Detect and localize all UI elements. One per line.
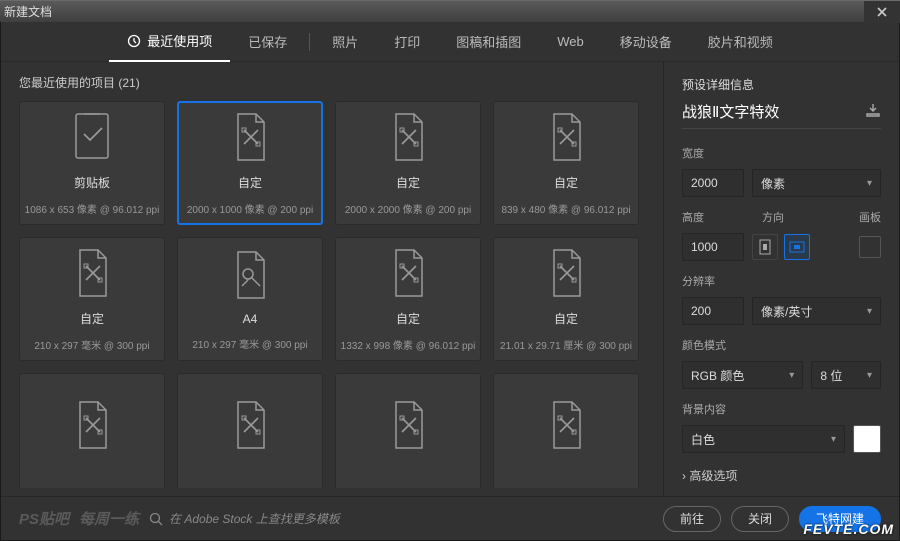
go-button[interactable]: 前往	[663, 506, 721, 532]
preset-spec: 2000 x 2000 像素 @ 200 ppi	[345, 201, 471, 216]
width-label: 宽度	[682, 145, 881, 161]
preset-card[interactable]: 自定 1332 x 998 像素 @ 96.012 ppi	[335, 237, 481, 361]
tab-4[interactable]: 图稿和插图	[438, 22, 539, 62]
preset-icon	[228, 110, 272, 164]
close-icon	[876, 6, 888, 18]
preset-icon	[544, 398, 588, 452]
preset-card[interactable]	[335, 373, 481, 488]
preset-card[interactable]: 自定 210 x 297 毫米 @ 300 ppi	[19, 237, 165, 361]
width-input[interactable]	[682, 169, 744, 197]
preset-card[interactable]	[177, 373, 323, 488]
preset-icon	[70, 246, 114, 300]
titlebar: 新建文档	[0, 0, 900, 22]
orient-landscape-button[interactable]	[784, 234, 810, 260]
chevron-down-icon: ▾	[867, 178, 872, 189]
tab-7[interactable]: 胶片和视频	[690, 22, 791, 62]
detail-panel: 预设详细信息 战狼Ⅱ文字特效 宽度 像素▾ 高度 方向 画板	[663, 62, 899, 496]
bg-label: 背景内容	[682, 401, 881, 417]
preset-icon	[386, 110, 430, 164]
preset-name: A4	[243, 312, 258, 326]
bg-select[interactable]: 白色▾	[682, 425, 845, 453]
preset-card[interactable]: 自定 21.01 x 29.71 厘米 @ 300 ppi	[493, 237, 639, 361]
artboard-label: 画板	[859, 209, 881, 225]
chevron-down-icon: ▾	[789, 370, 794, 381]
height-label: 高度	[682, 209, 742, 225]
preset-card[interactable]: 自定 2000 x 2000 像素 @ 200 ppi	[335, 101, 481, 225]
stock-search[interactable]: 在 Adobe Stock 上查找更多模板	[149, 510, 653, 527]
preset-spec: 1332 x 998 像素 @ 96.012 ppi	[341, 337, 476, 352]
preset-icon	[544, 110, 588, 164]
height-input[interactable]	[682, 233, 744, 261]
preset-card[interactable]: 自定 2000 x 1000 像素 @ 200 ppi	[177, 101, 323, 225]
preset-icon	[386, 398, 430, 452]
preset-grid: 剪贴板 1086 x 653 像素 @ 96.012 ppi 自定 2000 x 10…	[19, 101, 645, 488]
preset-name: 自定	[238, 174, 262, 191]
watermark-2: 每周一练	[79, 508, 139, 529]
preset-name: 自定	[396, 310, 420, 327]
preset-icon	[544, 246, 588, 300]
watermark-1: PS贴吧	[19, 508, 69, 529]
bg-swatch[interactable]	[853, 425, 881, 453]
preset-name: 自定	[554, 174, 578, 191]
preset-name: 自定	[554, 310, 578, 327]
tab-1[interactable]: 已保存	[230, 22, 305, 62]
preset-spec: 21.01 x 29.71 厘米 @ 300 ppi	[500, 337, 632, 352]
close-button[interactable]: 关闭	[731, 506, 789, 532]
preset-name-row: 战狼Ⅱ文字特效	[682, 101, 881, 129]
search-icon	[149, 512, 163, 526]
chevron-down-icon: ▾	[867, 370, 872, 381]
chevron-down-icon: ▾	[867, 306, 872, 317]
chevron-down-icon: ▾	[831, 434, 836, 445]
preset-card[interactable]: 剪贴板 1086 x 653 像素 @ 96.012 ppi	[19, 101, 165, 225]
footer: PS贴吧 每周一练 在 Adobe Stock 上查找更多模板 前往 关闭 飞特…	[1, 496, 899, 540]
preset-icon	[228, 398, 272, 452]
brand-watermark: FEVTE.COM	[803, 521, 894, 537]
tab-5[interactable]: Web	[539, 22, 602, 62]
width-unit-select[interactable]: 像素▾	[752, 169, 881, 197]
category-tabs: 最近使用项已保存照片打印图稿和插图Web移动设备胶片和视频	[1, 22, 899, 62]
preset-spec: 1086 x 653 像素 @ 96.012 ppi	[25, 201, 160, 216]
resolution-unit-select[interactable]: 像素/英寸▾	[752, 297, 881, 325]
chevron-right-icon: ›	[682, 469, 686, 483]
preset-name: 自定	[80, 310, 104, 327]
advanced-toggle[interactable]: › 高级选项	[682, 467, 881, 484]
preset-icon	[70, 398, 114, 452]
save-preset-icon[interactable]	[865, 103, 881, 121]
orient-portrait-button[interactable]	[752, 234, 778, 260]
preset-name: 剪贴板	[74, 174, 110, 191]
preset-icon	[386, 246, 430, 300]
recent-header: 您最近使用的项目 (21)	[19, 74, 645, 91]
preset-spec: 210 x 297 毫米 @ 300 ppi	[192, 336, 307, 351]
preset-spec: 210 x 297 毫米 @ 300 ppi	[34, 337, 149, 352]
preset-spec: 839 x 480 像素 @ 96.012 ppi	[501, 201, 630, 216]
tab-2[interactable]: 照片	[314, 22, 376, 62]
preset-spec: 2000 x 1000 像素 @ 200 ppi	[187, 201, 313, 216]
resolution-label: 分辨率	[682, 273, 881, 289]
preset-icon	[228, 248, 272, 302]
preset-card[interactable]: A4 210 x 297 毫米 @ 300 ppi	[177, 237, 323, 361]
colormode-label: 颜色模式	[682, 337, 881, 353]
bitdepth-select[interactable]: 8 位▾	[811, 361, 881, 389]
preset-name: 战狼Ⅱ文字特效	[682, 101, 779, 122]
orient-label: 方向	[762, 209, 784, 225]
tab-6[interactable]: 移动设备	[602, 22, 690, 62]
preset-card[interactable]	[19, 373, 165, 488]
window-title: 新建文档	[4, 3, 52, 20]
tab-3[interactable]: 打印	[376, 22, 438, 62]
clock-icon	[127, 34, 141, 48]
preset-card[interactable]: 自定 839 x 480 像素 @ 96.012 ppi	[493, 101, 639, 225]
detail-section-title: 预设详细信息	[682, 76, 881, 93]
preset-card[interactable]	[493, 373, 639, 488]
colormode-select[interactable]: RGB 颜色▾	[682, 361, 803, 389]
close-window-button[interactable]	[864, 1, 900, 23]
preset-icon	[70, 110, 114, 164]
preset-name: 自定	[396, 174, 420, 191]
tab-0[interactable]: 最近使用项	[109, 22, 230, 62]
artboard-checkbox[interactable]	[859, 236, 881, 258]
resolution-input[interactable]	[682, 297, 744, 325]
